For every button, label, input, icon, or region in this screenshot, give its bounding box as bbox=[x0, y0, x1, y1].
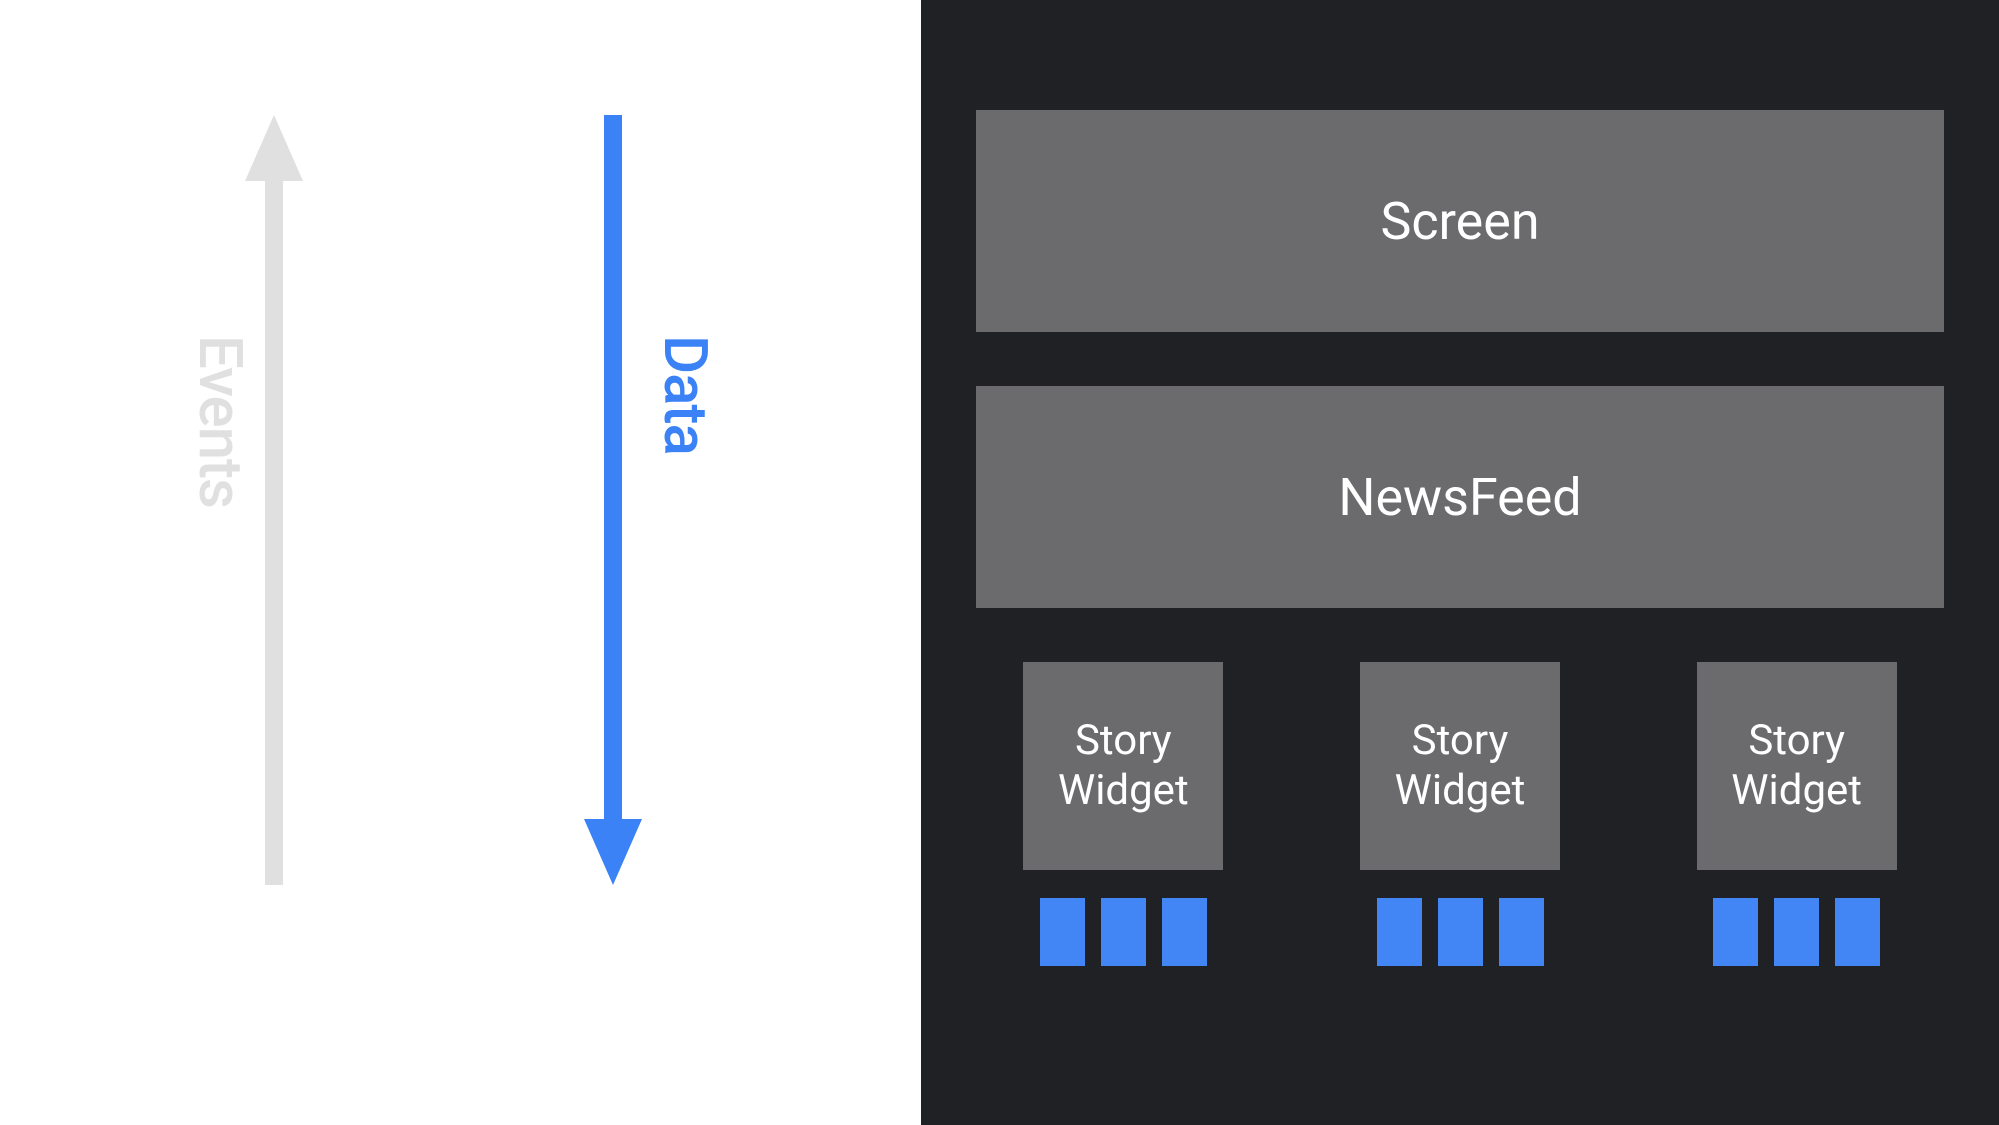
screen-box: Screen bbox=[976, 110, 1944, 332]
story-line2: Widget bbox=[1731, 766, 1862, 816]
story-widget-box: Story Widget bbox=[1023, 662, 1223, 870]
story-col-3: Story Widget bbox=[1649, 662, 1944, 966]
story-widget-box: Story Widget bbox=[1697, 662, 1897, 870]
arrow-down-icon bbox=[584, 115, 642, 885]
chip bbox=[1438, 898, 1483, 966]
chips-row bbox=[1377, 898, 1544, 966]
story-row: Story Widget Story Widget bbox=[976, 662, 1944, 966]
data-label: Data bbox=[650, 335, 721, 455]
newsfeed-label: NewsFeed bbox=[1338, 467, 1581, 528]
events-label: Events bbox=[185, 335, 256, 508]
screen-label: Screen bbox=[1380, 191, 1539, 252]
right-panel: Screen NewsFeed Story Widget Story Widge bbox=[921, 0, 1999, 1125]
story-line1: Story bbox=[1075, 716, 1172, 766]
data-arrow bbox=[584, 115, 642, 885]
story-widget-box: Story Widget bbox=[1360, 662, 1560, 870]
chips-row bbox=[1040, 898, 1207, 966]
story-line1: Story bbox=[1748, 716, 1845, 766]
left-panel: Events Data bbox=[0, 0, 921, 1125]
chip bbox=[1774, 898, 1819, 966]
story-line2: Widget bbox=[1058, 766, 1189, 816]
chip bbox=[1040, 898, 1085, 966]
chip bbox=[1713, 898, 1758, 966]
chip bbox=[1101, 898, 1146, 966]
newsfeed-box: NewsFeed bbox=[976, 386, 1944, 608]
chip bbox=[1377, 898, 1422, 966]
chip bbox=[1499, 898, 1544, 966]
story-col-2: Story Widget bbox=[1313, 662, 1608, 966]
chips-row bbox=[1713, 898, 1880, 966]
chip bbox=[1162, 898, 1207, 966]
story-line2: Widget bbox=[1395, 766, 1526, 816]
story-col-1: Story Widget bbox=[976, 662, 1271, 966]
story-line1: Story bbox=[1412, 716, 1509, 766]
chip bbox=[1835, 898, 1880, 966]
